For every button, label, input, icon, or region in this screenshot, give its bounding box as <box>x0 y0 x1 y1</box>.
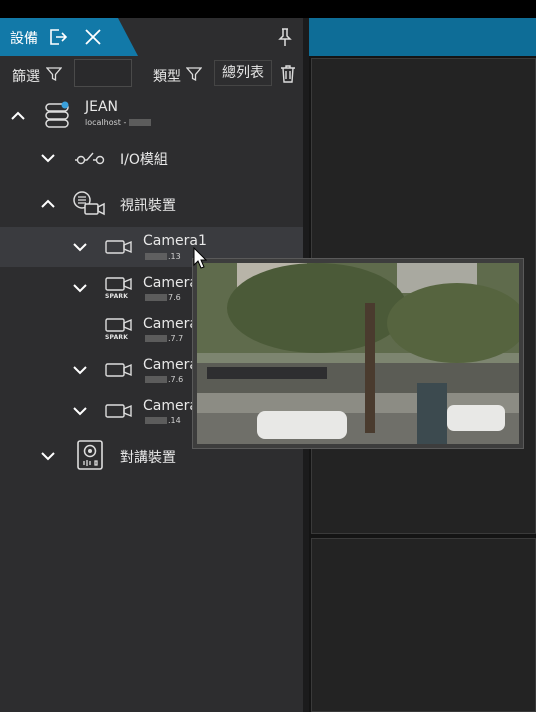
video-devices-label: 視訊裝置 <box>120 198 176 214</box>
server-name: JEAN <box>85 99 119 115</box>
filter-row: 篩選 類型 總列表 <box>0 56 303 92</box>
camera-preview-popup <box>192 258 524 449</box>
filter-input[interactable] <box>74 59 132 87</box>
camera-icon <box>105 363 132 377</box>
spark-badge: SPARK <box>105 293 129 300</box>
summary-list-button[interactable]: 總列表 <box>214 60 272 86</box>
server-icon <box>45 101 69 128</box>
camera-ip: .7.7 <box>145 334 183 343</box>
chevron-down-icon[interactable] <box>72 280 88 296</box>
camera-ip: .7.6 <box>145 375 183 384</box>
chevron-down-icon[interactable] <box>40 150 56 166</box>
intercom-icon <box>77 440 103 470</box>
type-filter-icon[interactable] <box>186 66 202 82</box>
chevron-down-icon[interactable] <box>72 362 88 378</box>
tree-video-row[interactable]: 視訊裝置 <box>0 184 303 224</box>
tab-devices-label: 設備 <box>10 31 38 47</box>
camera-icon <box>105 404 132 418</box>
camera-icon <box>105 277 132 291</box>
camera-name: Camera <box>143 357 198 373</box>
chevron-down-icon[interactable] <box>72 239 88 255</box>
video-pane-2[interactable] <box>311 538 536 712</box>
intercom-label: 對講裝置 <box>120 450 176 466</box>
video-devices-icon <box>73 191 105 216</box>
server-host-text: localhost - <box>85 118 127 127</box>
io-module-icon <box>75 152 105 165</box>
logout-icon[interactable] <box>48 27 68 47</box>
server-host: localhost - <box>85 118 152 127</box>
chevron-up-icon[interactable] <box>40 196 56 212</box>
viewer-header <box>309 18 536 56</box>
chevron-down-icon[interactable] <box>72 403 88 419</box>
chevron-down-icon[interactable] <box>40 448 56 464</box>
camera-name: Camera <box>143 398 198 414</box>
close-icon[interactable] <box>83 27 103 47</box>
panel-tabstrip: 設備 <box>0 18 303 56</box>
window-top-bar <box>0 0 536 18</box>
spark-badge: SPARK <box>105 334 129 341</box>
mouse-cursor-icon <box>193 247 207 269</box>
trash-icon[interactable] <box>280 64 296 84</box>
filter-icon[interactable] <box>46 66 62 82</box>
camera-ip: .14 <box>145 416 181 425</box>
camera-icon <box>105 318 132 332</box>
camera-ip: .13 <box>145 252 181 261</box>
filter-label: 篩選 <box>12 69 40 85</box>
camera-icon <box>105 240 132 254</box>
camera-preview-image <box>197 263 519 444</box>
pin-icon[interactable] <box>277 27 293 47</box>
tree-server-row[interactable]: JEAN localhost - <box>0 96 303 136</box>
type-label: 類型 <box>153 69 181 85</box>
camera-name: Camera <box>143 316 198 332</box>
camera-name: Camera <box>143 275 198 291</box>
camera-ip: 7.6 <box>145 293 181 302</box>
chevron-up-icon[interactable] <box>10 108 26 124</box>
tab-devices[interactable]: 設備 <box>0 18 138 56</box>
io-module-label: I/O模組 <box>120 152 168 168</box>
tree-io-row[interactable]: I/O模組 <box>0 138 303 178</box>
